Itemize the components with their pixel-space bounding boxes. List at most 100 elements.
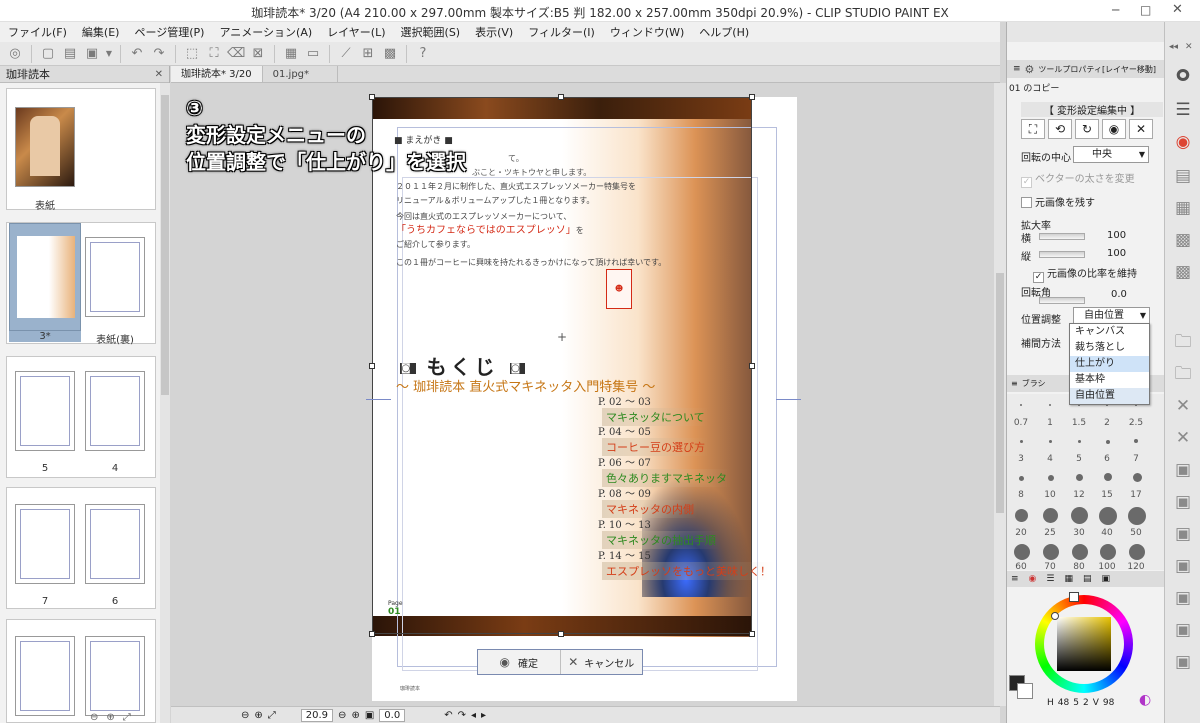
gear-icon[interactable]: ⚙ (1025, 63, 1035, 76)
history-tab-icon[interactable]: ▤ (1083, 574, 1092, 584)
zoom-out-icon[interactable]: ⊖ (90, 712, 98, 723)
color-icon[interactable]: ◉ (1169, 128, 1197, 156)
vector-width-option[interactable]: ✓ ベクターの太さを変更 (1021, 170, 1135, 188)
position-dropdown[interactable]: 自由位置 ▼ (1073, 307, 1150, 324)
width-value[interactable]: 100 (1107, 230, 1126, 241)
panel-arrow-icon[interactable]: ◂◂ (1169, 42, 1178, 52)
page-thumb-8[interactable] (85, 636, 145, 716)
close-button[interactable]: ✕ (1172, 2, 1183, 17)
tab-image-file[interactable]: 01.jpg* (263, 66, 339, 82)
image-7-icon[interactable]: ▣ (1169, 648, 1197, 676)
brush-dot[interactable] (1100, 544, 1116, 560)
material-icon[interactable]: ▦ (1169, 194, 1197, 222)
scroll-thumb[interactable] (161, 95, 169, 395)
dropdown-icon[interactable]: ▼ (105, 45, 113, 63)
transform-handle[interactable] (749, 363, 755, 369)
brush-size-label[interactable]: 7 (1125, 454, 1147, 464)
snap-icon[interactable]: ⊞ (359, 45, 377, 63)
brush-dot[interactable] (1134, 439, 1138, 443)
brush-dot[interactable] (1072, 544, 1088, 560)
option-finished[interactable]: 仕上がり (1070, 356, 1149, 372)
brush-size-label[interactable]: 30 (1068, 528, 1090, 538)
zoom-minus-icon[interactable]: ⊖ (338, 710, 346, 721)
zoom-value[interactable]: 20.9 (300, 708, 334, 722)
rotation-center-dropdown[interactable]: 中央 ▼ (1073, 146, 1149, 163)
brush-size-label[interactable]: 2 (1096, 418, 1118, 428)
brush-size-label[interactable]: 40 (1096, 528, 1118, 538)
brush-size-label[interactable]: 17 (1125, 490, 1147, 500)
transform-handle[interactable] (558, 94, 564, 100)
confirm-icon[interactable]: ◉ (1102, 119, 1126, 139)
menu-layer[interactable]: レイヤー(L) (327, 24, 385, 40)
close-x-icon[interactable]: ✕ (1169, 392, 1197, 420)
saturation-value-square[interactable] (1057, 617, 1111, 671)
select-all-icon[interactable]: ⬚ (183, 45, 201, 63)
menu-icon[interactable]: ≡ (1013, 64, 1021, 74)
help-icon[interactable]: ? (414, 45, 432, 63)
brush-dot[interactable] (1129, 544, 1145, 560)
folder-icon[interactable]: 🗀 (1169, 328, 1197, 356)
close-x-2-icon[interactable]: ✕ (1169, 424, 1197, 452)
close-tab-icon[interactable]: ✕ (155, 69, 163, 80)
keep-ratio-checkbox[interactable]: ✓ (1033, 272, 1044, 283)
brush-size-tab-label[interactable]: ブラシ (1022, 378, 1046, 389)
brush-dot[interactable] (1049, 404, 1051, 406)
menu-icon[interactable]: ≡ (1011, 574, 1019, 584)
brush-dot[interactable] (1128, 507, 1146, 525)
brush-dot[interactable] (1020, 404, 1022, 406)
rotate-right-icon[interactable]: ↷ (458, 710, 466, 721)
frame-icon[interactable]: ▭ (304, 45, 322, 63)
angle-value[interactable]: 0.0 (379, 708, 406, 722)
brush-size-label[interactable]: 100 (1096, 562, 1118, 570)
sub-view-tab-icon[interactable]: ▣ (1102, 574, 1111, 584)
brush-size-label[interactable]: 20 (1010, 528, 1032, 538)
fit-page-icon[interactable]: ▣ (365, 710, 374, 721)
brush-dot[interactable] (1076, 474, 1083, 481)
zoom-plus-icon[interactable]: ⊕ (351, 710, 359, 721)
panel-close-icon[interactable]: ✕ (1185, 42, 1193, 52)
zoom-in-icon[interactable]: ⊕ (254, 710, 262, 721)
keep-ratio-option[interactable]: ✓ 元画像の比率を維持 (1033, 265, 1137, 283)
color-slider-tab-icon[interactable]: ☰ (1046, 574, 1054, 584)
menu-help[interactable]: ヘルプ(H) (699, 24, 749, 40)
brush-size-label[interactable]: 10 (1039, 490, 1061, 500)
brush-dot[interactable] (1078, 440, 1081, 443)
menu-selection[interactable]: 選択範囲(S) (401, 24, 461, 40)
save-icon[interactable]: ▣ (83, 45, 101, 63)
keep-original-option[interactable]: 元画像を残す (1021, 194, 1095, 209)
option-bleed[interactable]: 裁ち落とし (1070, 340, 1149, 356)
image-6-icon[interactable]: ▣ (1169, 616, 1197, 644)
option-free-position[interactable]: 自由位置 (1070, 388, 1149, 404)
page-thumb-4[interactable] (85, 371, 145, 451)
scale-mode-icon[interactable]: ⛶ (1021, 119, 1045, 139)
brush-size-label[interactable]: 80 (1068, 562, 1090, 570)
confirm-button[interactable]: ◉ 確定 (478, 650, 561, 674)
brush-size-label[interactable]: 5 (1068, 454, 1090, 464)
brush-size-label[interactable]: 120 (1125, 562, 1147, 570)
rotation-slider[interactable] (1039, 297, 1085, 304)
redo-icon[interactable]: ↷ (150, 45, 168, 63)
brush-size-label[interactable]: 1.5 (1068, 418, 1090, 428)
brush-dot[interactable] (1104, 473, 1112, 481)
fill-icon[interactable]: ▦ (282, 45, 300, 63)
reset-rotation-icon[interactable]: ◂ (471, 710, 476, 721)
color-set-tab-icon[interactable]: ▦ (1064, 574, 1073, 584)
brush-dot[interactable] (1043, 544, 1059, 560)
transform-handle[interactable] (749, 631, 755, 637)
transform-handle[interactable] (749, 94, 755, 100)
brush-size-label[interactable]: 4 (1039, 454, 1061, 464)
sub-color-swatch[interactable] (1017, 683, 1033, 699)
undo-icon[interactable]: ↶ (128, 45, 146, 63)
image-icon[interactable]: ▣ (1169, 456, 1197, 484)
brush-size-label[interactable]: 60 (1010, 562, 1032, 570)
brush-size-label[interactable]: 8 (1010, 490, 1032, 500)
brush-size-label[interactable]: 1 (1039, 418, 1061, 428)
clip-studio-icon[interactable]: ◎ (6, 45, 24, 63)
transform-handle[interactable] (558, 631, 564, 637)
width-slider[interactable] (1039, 233, 1085, 240)
scroll-thumb[interactable] (996, 273, 1004, 513)
brush-size-label[interactable]: 12 (1068, 490, 1090, 500)
tab-main-document[interactable]: 珈琲読本* 3/20 (171, 66, 263, 82)
page-manager-tab[interactable]: 珈琲読本 ✕ (0, 66, 169, 83)
deselect-icon[interactable]: ⊠ (249, 45, 267, 63)
